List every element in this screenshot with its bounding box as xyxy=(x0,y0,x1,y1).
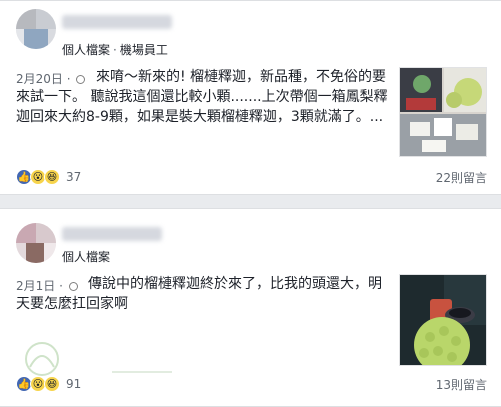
post-thumbnail[interactable] xyxy=(399,274,487,366)
blurred-name xyxy=(62,15,172,29)
avatar[interactable] xyxy=(16,9,56,49)
profile-subtitle: 個人檔案 xyxy=(62,248,110,265)
profile-role: 機場員工 xyxy=(119,43,168,57)
comments-link[interactable]: 13則留言 xyxy=(436,376,487,393)
profile-type: 個人檔案 xyxy=(62,43,111,57)
haha-reaction-icon: 😆 xyxy=(44,169,60,185)
comments-link[interactable]: 22則留言 xyxy=(436,169,487,186)
reaction-count: 37 xyxy=(66,170,82,184)
watermark-text xyxy=(112,371,172,373)
profile-type: 個人檔案 xyxy=(62,250,111,264)
post-card-1: 個人檔案 · 機場員工 2月20日 · 來唷～新來的! 榴槤釋迦，新品種，不免俗的要… xyxy=(0,0,501,195)
profile-subtitle: 個人檔案 · 機場員工 xyxy=(62,43,168,57)
post-text: 傳說中的榴槤釋迦終於來了，比我的頭還大，明天要怎麼扛回家啊 xyxy=(16,276,382,312)
post-text: 來唷～新來的! 榴槤釋迦，新品種，不免俗的要來試一下。 聽說我這個還比較小顆..… xyxy=(16,69,388,125)
post-card-2: 個人檔案 2月1日 · 傳說中的榴槤釋迦終於來了，比我的頭還大，明天要怎麼扛回家… xyxy=(0,208,501,407)
haha-reaction-icon: 😆 xyxy=(44,376,60,392)
reaction-summary[interactable]: 👍 😮 😆 91 xyxy=(16,375,81,393)
post-thumbnail[interactable] xyxy=(399,67,487,157)
avatar[interactable] xyxy=(16,223,56,263)
blurred-name xyxy=(62,227,162,241)
reaction-summary[interactable]: 👍 😮 😆 37 xyxy=(16,168,81,186)
reaction-count: 91 xyxy=(66,377,82,391)
